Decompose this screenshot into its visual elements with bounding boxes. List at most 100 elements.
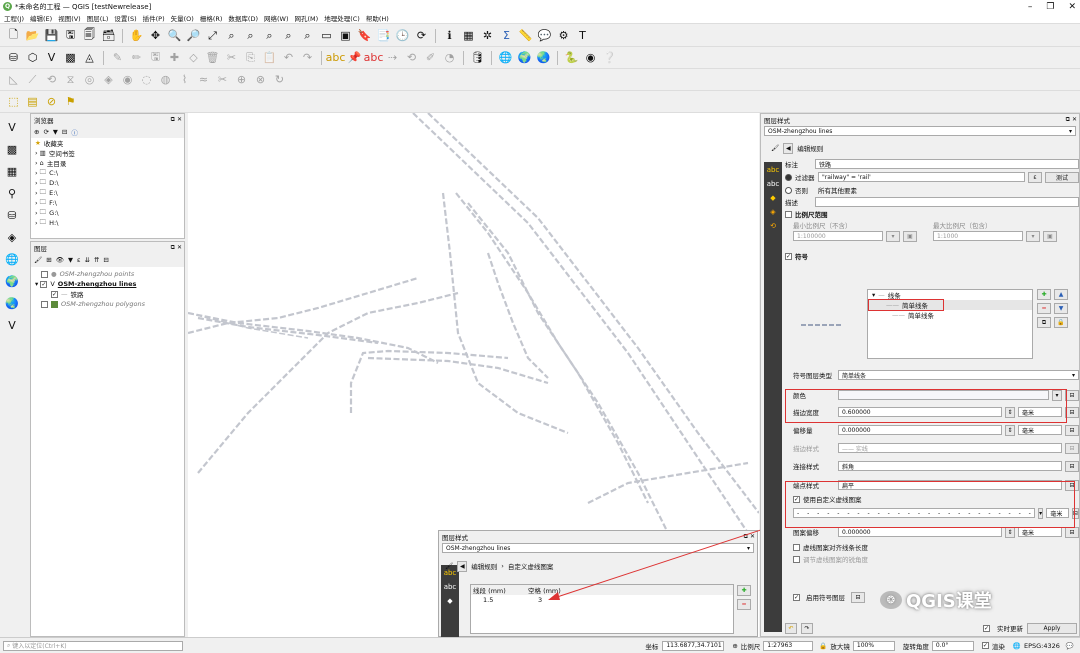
browser-item[interactable]: › 🗀 C:\: [35, 168, 184, 178]
menu-vector[interactable]: 矢量(O): [171, 13, 194, 23]
move-up-button[interactable]: ▲: [1054, 289, 1068, 300]
join-style-select[interactable]: 斜角: [838, 461, 1062, 471]
messages-icon[interactable]: 💬: [1066, 642, 1074, 650]
close-icon[interactable]: ✕: [1072, 116, 1077, 124]
scale-field[interactable]: 1:27963: [763, 640, 814, 651]
pan-icon[interactable]: ✋: [129, 28, 144, 43]
float-icon[interactable]: ⧉: [1066, 116, 1070, 124]
eye-icon[interactable]: 👁: [56, 256, 64, 264]
save-project-icon[interactable]: 💾: [44, 28, 59, 43]
show-label-icon[interactable]: abc: [364, 50, 384, 65]
scale-checkbox[interactable]: [785, 210, 792, 218]
apply-button[interactable]: Apply: [1027, 622, 1077, 634]
add-wfs-icon[interactable]: 🌏: [5, 296, 20, 311]
layout-icon[interactable]: 🗐: [82, 28, 97, 43]
menu-mesh[interactable]: 网孔(M): [295, 13, 319, 23]
data-defined-icon[interactable]: ⊟: [1065, 389, 1079, 401]
else-radio[interactable]: [785, 186, 792, 194]
open-project-icon[interactable]: 📂: [25, 28, 40, 43]
browser-item[interactable]: › 🗀 G:\: [35, 208, 184, 218]
merge-attr-icon[interactable]: ⊗: [253, 72, 268, 87]
save-as-icon[interactable]: 🖫: [63, 28, 78, 43]
close-icon[interactable]: ✕: [177, 116, 182, 124]
fill-ring-icon[interactable]: ◉: [120, 72, 135, 87]
layer-checkbox[interactable]: ✓: [40, 280, 48, 288]
align-dash-checkbox[interactable]: [793, 543, 800, 551]
mask-icon[interactable]: ◈: [766, 206, 780, 218]
new-project-icon[interactable]: 🗋: [6, 28, 21, 43]
menu-database[interactable]: 数据库(D): [228, 13, 258, 23]
merge-icon[interactable]: ⊕: [234, 72, 249, 87]
identify-icon[interactable]: ℹ: [442, 28, 457, 43]
select-features-icon[interactable]: ⬚: [6, 94, 21, 109]
unit-select[interactable]: 毫米: [1018, 527, 1062, 537]
3d-icon[interactable]: ◆: [766, 192, 780, 204]
vertex-tool-icon[interactable]: ◇: [186, 50, 201, 65]
menu-help[interactable]: 帮助(H): [366, 13, 389, 23]
layer-item[interactable]: ● OSM-zhengzhou points: [41, 269, 184, 279]
history-icon[interactable]: ⟲: [766, 220, 780, 232]
browser-item[interactable]: ★ 收藏夹: [35, 138, 184, 148]
label-icon[interactable]: abc: [326, 50, 346, 65]
add-raster-layer-icon[interactable]: ▩: [5, 142, 20, 157]
menu-edit[interactable]: 编辑(E): [30, 13, 52, 23]
spin-button[interactable]: ⇕: [1005, 424, 1015, 436]
refresh-icon[interactable]: ⟳: [43, 128, 48, 136]
map-tips-icon[interactable]: 💬: [537, 28, 552, 43]
add-postgis-icon[interactable]: ⛁: [5, 208, 20, 223]
select-location-icon[interactable]: ⚑: [63, 94, 78, 109]
digitize-icon[interactable]: ◺: [6, 72, 21, 87]
layout-manager-icon[interactable]: 🗃: [101, 28, 116, 43]
paste-icon[interactable]: 📋: [262, 50, 277, 65]
filter-input[interactable]: "railway" = 'rail': [818, 172, 1025, 182]
back-button[interactable]: ◀: [783, 142, 794, 154]
database-icon[interactable]: 🛢: [470, 50, 485, 65]
zoom-in-icon[interactable]: 🔍: [167, 28, 182, 43]
split-icon[interactable]: ⟋: [25, 72, 40, 87]
metasearch-icon[interactable]: 🌐: [498, 50, 513, 65]
menu-layer[interactable]: 图层(L): [87, 13, 109, 23]
style-icon[interactable]: 🖌: [34, 256, 42, 264]
layer-checkbox[interactable]: [41, 270, 48, 278]
add-raster-icon[interactable]: ▩: [63, 50, 78, 65]
deselect-icon[interactable]: ⊘: [44, 94, 59, 109]
live-update-checkbox[interactable]: ✓: [983, 624, 990, 632]
add-vector-layer-icon[interactable]: V: [5, 120, 20, 135]
filter-icon[interactable]: ▼: [68, 256, 73, 264]
python-console-icon[interactable]: 🐍: [564, 50, 579, 65]
data-source-manager-icon[interactable]: ⛁: [6, 50, 21, 65]
description-input[interactable]: [815, 197, 1079, 207]
expression-button[interactable]: ε: [1028, 171, 1042, 183]
spin-button[interactable]: ⇕: [1005, 526, 1015, 538]
cut-icon[interactable]: ✂: [224, 50, 239, 65]
render-checkbox[interactable]: ✓: [981, 642, 989, 649]
statistics-icon[interactable]: Σ: [499, 28, 514, 43]
zoom-next-icon[interactable]: ⌕: [300, 28, 315, 43]
data-defined-icon[interactable]: ⊟: [1065, 442, 1079, 454]
edit-icon[interactable]: ✏: [129, 50, 144, 65]
redo-icon[interactable]: ↷: [300, 50, 315, 65]
data-defined-icon[interactable]: ⊟: [1065, 406, 1079, 418]
menu-view[interactable]: 视图(V): [58, 13, 81, 23]
style-layer-select[interactable]: OSM-zhengzhou lines ▾: [764, 126, 1076, 136]
measure-icon[interactable]: 📏: [518, 28, 533, 43]
help-icon[interactable]: ❔: [602, 50, 617, 65]
change-label-icon[interactable]: ✐: [423, 50, 438, 65]
web-search-icon[interactable]: 🌍: [517, 50, 532, 65]
test-button[interactable]: 测试: [1045, 171, 1079, 183]
crs-globe-icon[interactable]: 🌐: [1013, 642, 1021, 650]
zoom-selection-icon[interactable]: ⌕: [243, 28, 258, 43]
layer-checkbox[interactable]: [41, 300, 48, 308]
symbol-checkbox[interactable]: ✓: [785, 252, 792, 260]
back-button[interactable]: ◀: [457, 560, 468, 572]
pan-to-selection-icon[interactable]: ✥: [148, 28, 163, 43]
move-label-icon[interactable]: ⇢: [385, 50, 400, 65]
zoom-native-icon[interactable]: ⌕: [262, 28, 277, 43]
temporal-icon[interactable]: 🕒: [395, 28, 410, 43]
bookmark-icon[interactable]: 🔖: [357, 28, 372, 43]
add-part-icon[interactable]: ◈: [101, 72, 116, 87]
refresh-icon[interactable]: ⟳: [414, 28, 429, 43]
lock-button[interactable]: 🔒: [1054, 317, 1068, 328]
add-vector-tile-icon[interactable]: V: [5, 318, 20, 333]
add-vector-icon[interactable]: V: [44, 50, 59, 65]
